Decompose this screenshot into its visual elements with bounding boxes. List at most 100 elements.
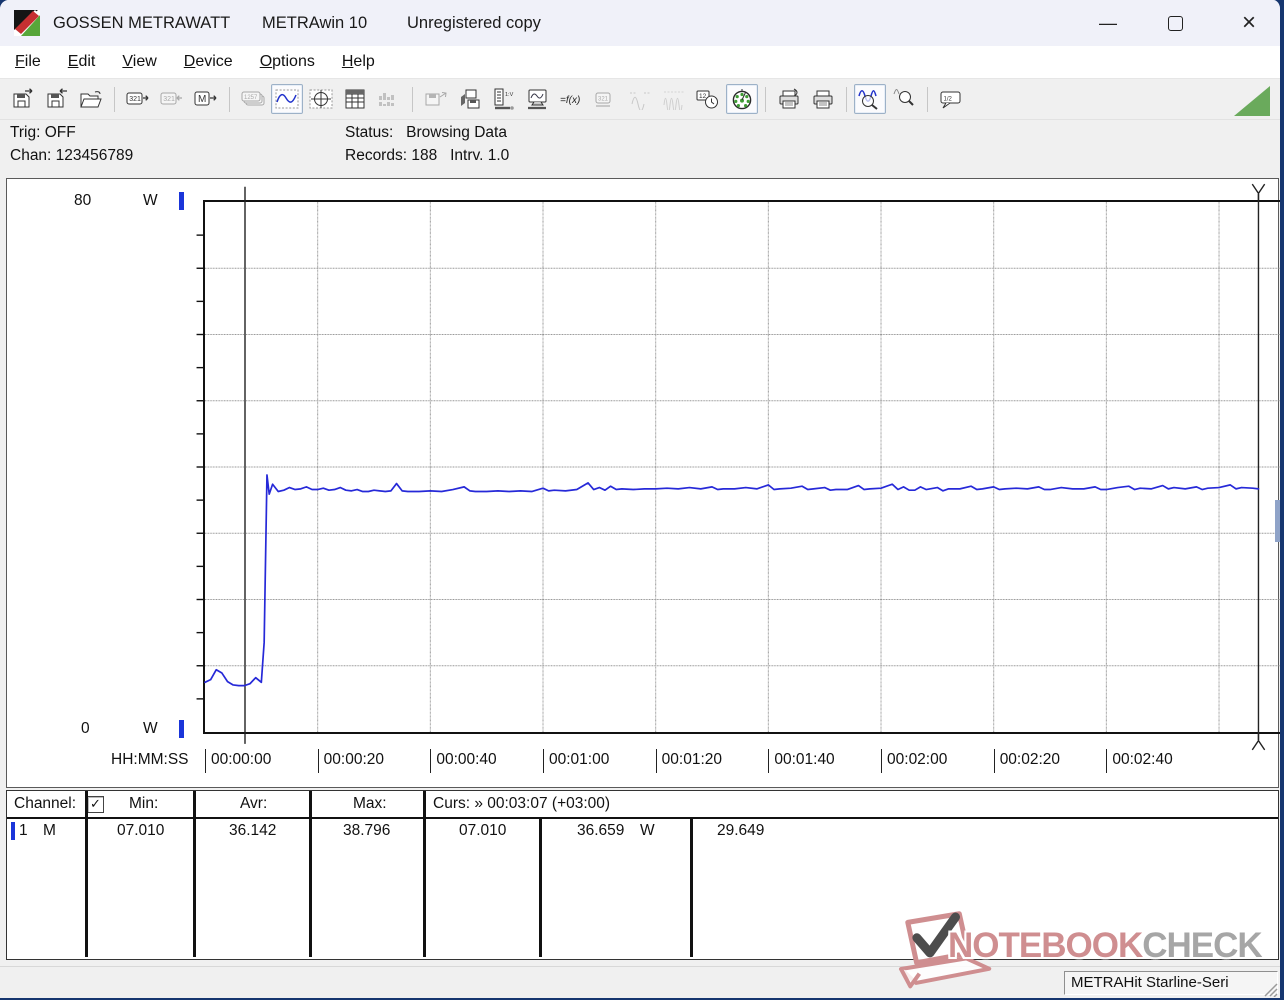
svg-text:1/2: 1/2 <box>944 97 953 103</box>
channel-number: 1 <box>19 822 28 839</box>
wave-multi-icon <box>663 91 684 110</box>
export-file-icon <box>425 92 447 106</box>
max-value: 38.796 <box>343 822 391 839</box>
floppy-import-button[interactable] <box>41 84 73 114</box>
note-icon: 1/2 <box>940 91 961 109</box>
numeric-display-button: 1257 <box>237 84 269 114</box>
x-tick-label: 00:00:00 <box>205 749 271 773</box>
display-small-button: 321 <box>590 84 622 114</box>
trigger-status: Trig: OFF <box>10 124 76 141</box>
target-icon <box>732 89 752 110</box>
zoom-chart-button[interactable] <box>854 84 886 114</box>
menu-edit[interactable]: Edit <box>57 50 107 74</box>
device-name-field: METRAHit Starline-Seri <box>1064 971 1278 995</box>
gossen-green-triangle-logo <box>1234 86 1270 116</box>
floppy-export-icon <box>13 88 33 108</box>
x-axis-labels: HH:MM:SS 00:00:00 00:00:20 00:00:40 00:01:0… <box>7 749 1278 775</box>
col-max: Max: <box>353 795 387 812</box>
histogram-icon <box>379 93 394 106</box>
toolbar-separator <box>927 86 928 112</box>
display-read-button[interactable]: 321 <box>122 84 154 114</box>
x-tick-label: 00:01:40 <box>768 749 835 773</box>
cursor2-value: 36.659 <box>577 822 625 839</box>
folder-open-icon <box>80 91 102 108</box>
x-tick-label: 00:02:20 <box>993 749 1060 773</box>
x-tick-label: 00:02:40 <box>1106 749 1173 773</box>
titlebar-license: Unregistered copy <box>407 13 541 32</box>
monitor-online-button[interactable] <box>522 84 554 114</box>
display-write-icon: 321 <box>160 92 182 105</box>
menu-file[interactable]: File <box>4 50 52 74</box>
min-value: 07.010 <box>117 822 165 839</box>
channel-config-button[interactable]: 1:V <box>488 84 520 114</box>
memory-read-button[interactable]: M <box>190 84 222 114</box>
zoom-off-button[interactable] <box>888 84 920 114</box>
print-preview-icon <box>779 88 799 109</box>
power-trend-chart[interactable] <box>205 202 1281 732</box>
app-window: GOSSEN METRAWATT METRAwin 10 Unregistere… <box>0 0 1282 998</box>
channel1-power-trace <box>205 475 1258 686</box>
folder-open-button[interactable] <box>75 84 107 114</box>
device-store-button[interactable] <box>454 84 486 114</box>
y-unit-label-bottom: W <box>143 720 158 737</box>
x-tick-label: 00:02:00 <box>881 749 947 773</box>
print-button[interactable] <box>807 84 839 114</box>
histogram-button <box>373 84 405 114</box>
toolbar-separator <box>412 86 413 112</box>
toolbar: 321 321 M 1257 1:V =f(x) 321 12 1/2 <box>0 79 1280 120</box>
y-min-label: 0 <box>81 720 90 737</box>
channel-mode: M <box>43 822 56 839</box>
print-preview-button[interactable] <box>773 84 805 114</box>
cursor-2-bottom-handle <box>1252 732 1264 750</box>
svg-text:1:V: 1:V <box>505 92 514 98</box>
col-avr: Avr: <box>240 795 268 812</box>
window-edge-notch <box>1275 500 1280 542</box>
channel-marker-bottom <box>179 720 184 738</box>
table-header-row: Channel: ✓ Min: Avr: Max: Curs: » 00:03:… <box>7 791 1278 819</box>
x-tick-label: 00:01:00 <box>543 749 609 773</box>
cursor-delta-value: 29.649 <box>717 822 765 839</box>
x-axis-format-label: HH:MM:SS <box>111 751 189 768</box>
clock-button[interactable]: 12 <box>692 84 724 114</box>
x-tick-label: 00:00:20 <box>317 749 384 773</box>
wave-multi-button <box>658 84 690 114</box>
toolbar-separator <box>846 86 847 112</box>
xy-scope-button[interactable] <box>305 84 337 114</box>
monitor-online-icon <box>528 89 547 110</box>
menu-help[interactable]: Help <box>331 50 386 74</box>
channel-checkbox[interactable]: ✓ <box>87 796 104 813</box>
formula-icon: =f(x) <box>560 95 580 106</box>
line-chart-button[interactable] <box>271 84 303 114</box>
note-button[interactable]: 1/2 <box>935 84 967 114</box>
channel-marker-top <box>179 192 184 210</box>
target-button[interactable] <box>726 84 758 114</box>
svg-text:12: 12 <box>699 93 707 100</box>
export-file-button <box>420 84 452 114</box>
status-bar: METRAHit Starline-Seri <box>0 966 1280 998</box>
zoom-chart-icon <box>858 90 878 110</box>
channel-config-icon: 1:V <box>494 88 514 110</box>
svg-text:=f(x): =f(x) <box>560 95 580 106</box>
minimize-button[interactable]: — <box>1085 0 1131 46</box>
divider <box>85 791 88 957</box>
divider <box>539 818 542 957</box>
clock-icon: 12 <box>696 90 718 109</box>
floppy-import-icon <box>47 88 67 108</box>
x-tick-label: 00:00:40 <box>430 749 497 773</box>
table-view-button[interactable] <box>339 84 371 114</box>
menu-options[interactable]: Options <box>249 50 326 74</box>
app-logo-icon <box>14 10 40 36</box>
col-channel: Channel: <box>14 795 77 812</box>
formula-button[interactable]: =f(x) <box>556 84 588 114</box>
maximize-button[interactable] <box>1152 0 1198 46</box>
close-button[interactable]: × <box>1226 0 1272 46</box>
resize-grip[interactable] <box>1264 983 1278 997</box>
divider <box>193 791 196 957</box>
plot-area[interactable] <box>203 200 1281 734</box>
svg-text:321: 321 <box>163 96 175 103</box>
menu-view[interactable]: View <box>111 50 167 74</box>
menu-device[interactable]: Device <box>173 50 244 74</box>
zoom-off-icon <box>893 89 914 106</box>
floppy-export-button[interactable] <box>7 84 39 114</box>
title-bar: GOSSEN METRAWATT METRAwin 10 Unregistere… <box>0 0 1280 46</box>
